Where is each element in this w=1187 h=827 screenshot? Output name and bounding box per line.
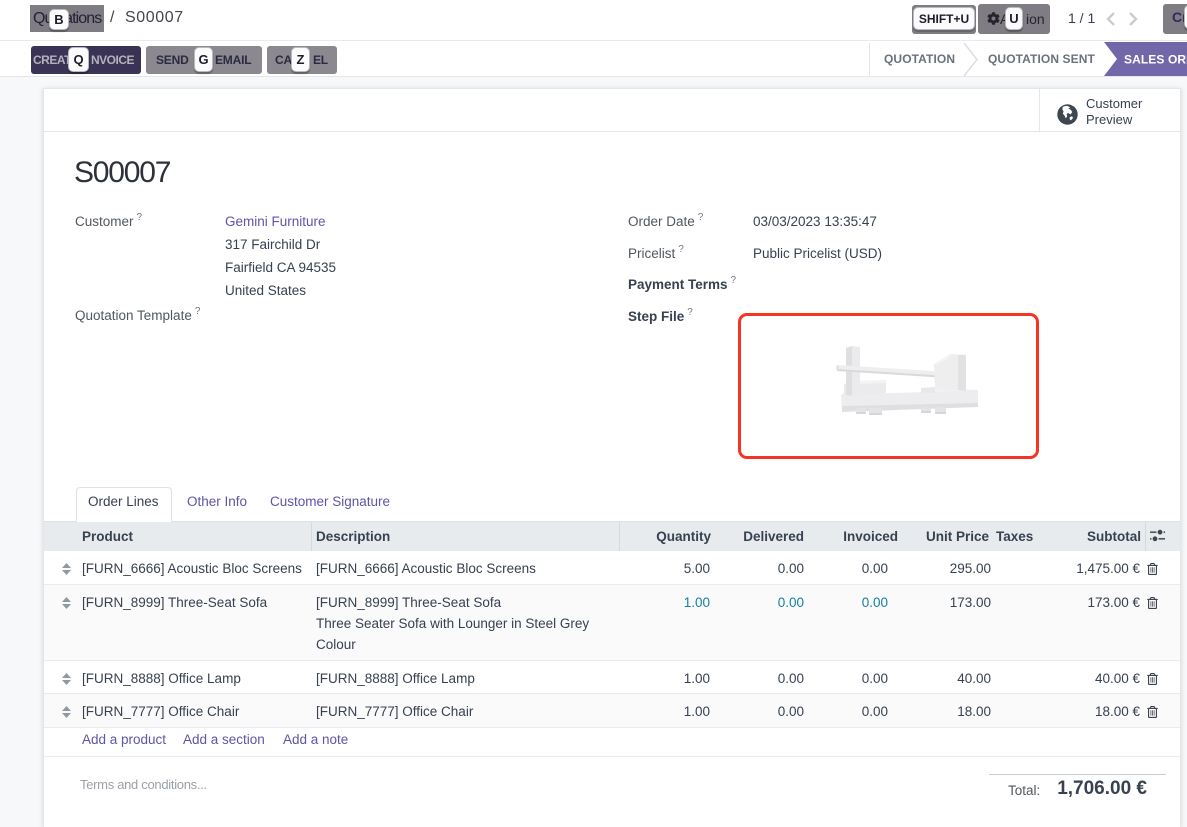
svg-text:SALES ORDE: SALES ORDE xyxy=(1124,53,1187,67)
